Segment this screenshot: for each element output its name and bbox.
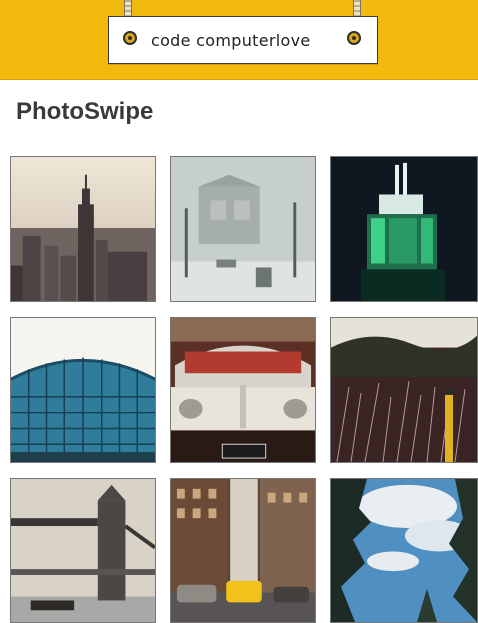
- brush-field-photo: [331, 318, 477, 462]
- gallery-thumbnail[interactable]: [170, 156, 316, 302]
- gallery-thumbnail[interactable]: [330, 156, 478, 302]
- vintage-car-photo: [171, 318, 315, 462]
- gallery-thumbnail[interactable]: [10, 478, 156, 623]
- gallery-thumbnail[interactable]: [10, 317, 156, 463]
- gallery-thumbnail[interactable]: [10, 156, 156, 302]
- foggy-street-photo: [171, 157, 315, 301]
- tower-bridge-photo: [11, 479, 155, 622]
- gallery-thumbnail[interactable]: [170, 317, 316, 463]
- photo-gallery: [0, 0, 478, 623]
- gallery-thumbnail[interactable]: [170, 478, 316, 623]
- glass-dome-photo: [11, 318, 155, 462]
- trees-sky-photo: [331, 479, 477, 622]
- gallery-thumbnail[interactable]: [330, 317, 478, 463]
- night-tower-photo: [331, 157, 477, 301]
- gallery-thumbnail[interactable]: [330, 478, 478, 623]
- city-street-photo: [171, 479, 315, 622]
- skyline-photo: [11, 157, 155, 301]
